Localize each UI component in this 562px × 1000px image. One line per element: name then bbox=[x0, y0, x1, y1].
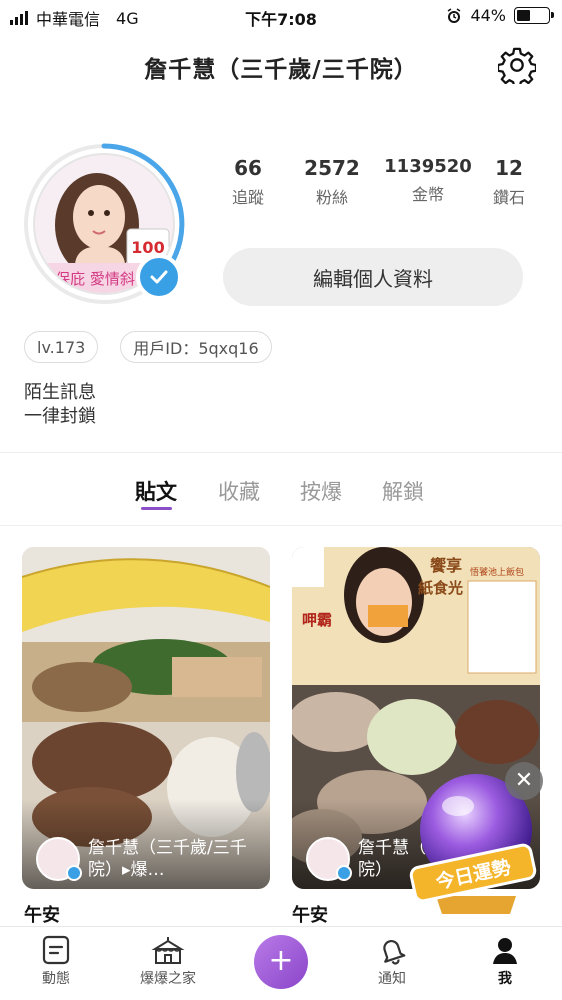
stat-label: 追蹤 bbox=[231, 188, 264, 207]
tab-unlocked[interactable]: 解鎖 bbox=[382, 476, 424, 506]
divider bbox=[0, 525, 562, 526]
tab-favorites[interactable]: 收藏 bbox=[218, 476, 260, 506]
stat-value: 12 bbox=[495, 156, 523, 180]
stat-following[interactable]: 66 追蹤 bbox=[214, 156, 282, 208]
ad-text: 紙食光 bbox=[418, 579, 463, 597]
stat-label: 粉絲 bbox=[315, 188, 348, 207]
tab-liked[interactable]: 按爆 bbox=[300, 476, 342, 506]
ad-text: 呷霸 bbox=[302, 611, 332, 629]
bio-line: 一律封鎖 bbox=[24, 406, 96, 427]
stat-diamonds[interactable]: 12 鑽石 bbox=[474, 156, 544, 208]
stat-value: 2572 bbox=[304, 156, 360, 180]
profile-avatar[interactable]: 100 保庇 愛情斜 bbox=[22, 142, 186, 306]
profile-chips: lv.173 用戶ID：5qxq16 bbox=[24, 331, 272, 363]
battery-percent: 44% bbox=[470, 6, 506, 25]
nav-me[interactable]: 我 bbox=[455, 935, 555, 988]
post-caption: 午安 bbox=[24, 905, 60, 926]
ad-text: 饗享 bbox=[430, 556, 462, 575]
tent-icon bbox=[151, 937, 185, 964]
stat-label: 金幣 bbox=[411, 185, 444, 204]
author-name: 詹千慧（三千歲/三千院）▸爆… bbox=[88, 838, 247, 880]
alarm-icon bbox=[448, 7, 461, 23]
gear-icon[interactable] bbox=[498, 46, 536, 84]
nav-notifications[interactable]: 通知 bbox=[342, 935, 442, 988]
edit-profile-button[interactable]: 編輯個人資料 bbox=[223, 248, 523, 306]
nav-label: 爆爆之家 bbox=[140, 971, 196, 987]
divider bbox=[0, 452, 562, 453]
page-title: 詹千慧（三千歲/三千院） bbox=[144, 57, 418, 83]
stat-coins[interactable]: 1139520 金幣 bbox=[382, 156, 474, 208]
nav-label: 我 bbox=[498, 971, 512, 987]
bottom-nav: 動態 爆爆之家 + 通知 我 bbox=[0, 926, 562, 1000]
battery-icon bbox=[514, 7, 554, 24]
author-avatar bbox=[36, 837, 82, 881]
tab-posts[interactable]: 貼文 bbox=[135, 476, 177, 506]
bell-icon bbox=[383, 940, 406, 965]
stat-fans[interactable]: 2572 粉絲 bbox=[282, 156, 382, 208]
verified-icon bbox=[66, 865, 82, 881]
stat-value: 66 bbox=[234, 156, 262, 180]
tab-indicator bbox=[141, 507, 172, 510]
status-right: 44% bbox=[446, 6, 554, 25]
nav-label: 動態 bbox=[42, 971, 70, 987]
feed-icon bbox=[42, 935, 70, 965]
stat-value: 1139520 bbox=[384, 156, 472, 177]
post-card[interactable]: 詹千慧（三千歲/三千院）▸爆… bbox=[22, 547, 270, 889]
post-caption: 午安 bbox=[292, 905, 328, 926]
verified-badge-icon bbox=[136, 254, 182, 300]
level-badge: lv.173 bbox=[24, 331, 99, 363]
nav-home-tent[interactable]: 爆爆之家 bbox=[118, 935, 218, 988]
page-header: 詹千慧（三千歲/三千院） bbox=[0, 34, 562, 94]
stat-label: 鑽石 bbox=[492, 188, 525, 207]
create-post-button[interactable]: + bbox=[254, 935, 308, 989]
post-author[interactable]: 詹千慧（三千歲/三千院）▸爆… bbox=[36, 837, 258, 881]
user-icon bbox=[493, 938, 517, 964]
ad-text: 悟饕池上飯包 bbox=[470, 566, 524, 578]
status-bar: 中華電信 4G 下午7:08 44% bbox=[0, 0, 562, 34]
profile-stats: 66 追蹤 2572 粉絲 1139520 金幣 12 鑽石 bbox=[214, 156, 544, 208]
content-tabs: 貼文 收藏 按爆 解鎖 bbox=[0, 476, 562, 516]
profile-bio: 陌生訊息 一律封鎖 bbox=[24, 381, 96, 429]
nav-label: 通知 bbox=[378, 971, 406, 987]
verified-icon bbox=[336, 865, 352, 881]
nav-feed[interactable]: 動態 bbox=[6, 935, 106, 988]
author-avatar bbox=[306, 837, 352, 881]
close-icon[interactable]: ✕ bbox=[505, 762, 543, 800]
user-id-badge[interactable]: 用戶ID：5qxq16 bbox=[120, 331, 272, 363]
bio-line: 陌生訊息 bbox=[24, 382, 96, 403]
